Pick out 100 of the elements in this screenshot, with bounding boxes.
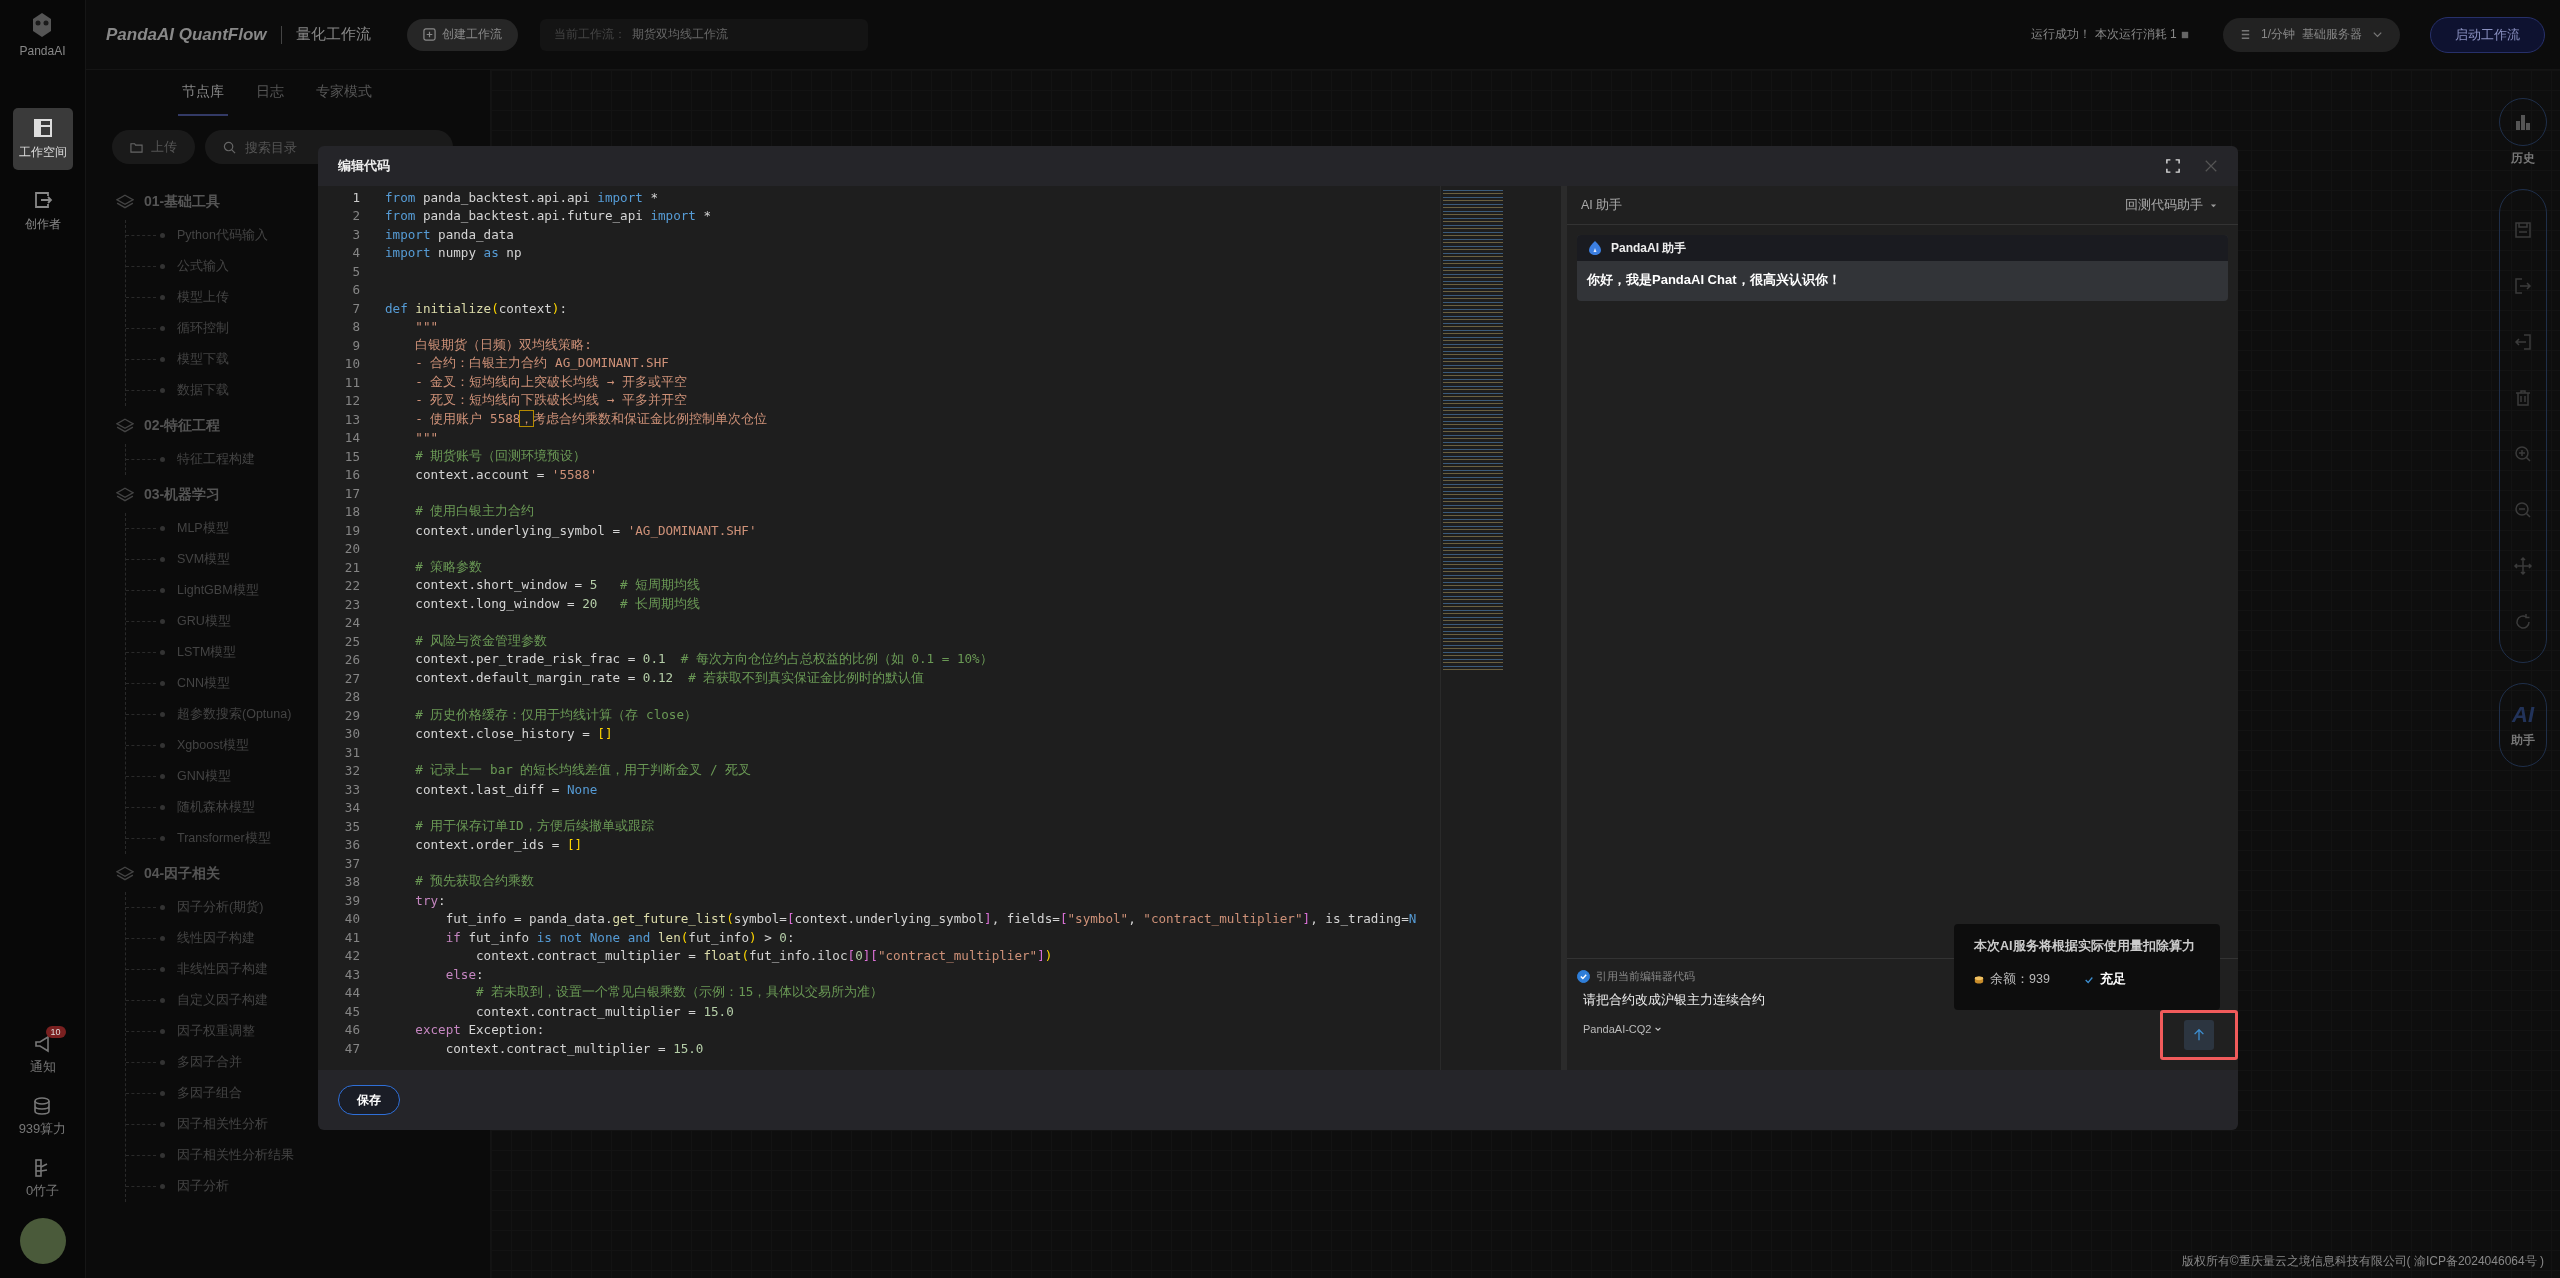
code-line: context.contract_multiplier = float(fut_info.iloc[0]["contract_multiplier"]) <box>475 948 1053 964</box>
notifications-button[interactable]: 10 通知 <box>11 1024 74 1078</box>
code-line: fut_info = panda_data.get_future_list(symbol=[context.underlying_symbol], fields=["symbol", "contract_multiplier"], is_trading=N <box>444 911 1417 927</box>
line-number: 18 <box>343 504 360 520</box>
assistant-mode-dropdown[interactable]: 回测代码助手 <box>2119 195 2224 215</box>
compute-button[interactable]: 939算力 <box>0 1086 85 1140</box>
line-number: 12 <box>343 393 360 409</box>
layout-icon <box>32 117 53 138</box>
code-line: # 预先获取合约乘数 <box>414 873 535 891</box>
line-number: 27 <box>343 670 360 686</box>
line-number: 34 <box>343 800 360 816</box>
line-number: 7 <box>351 300 360 316</box>
bamboo-button[interactable]: 0竹子 <box>7 1148 78 1202</box>
code-line: """ <box>414 319 439 335</box>
line-number: 4 <box>351 245 360 261</box>
group-label[interactable]: 04-因子相关 <box>144 865 221 883</box>
code-line: def initialize(context): <box>385 300 568 316</box>
server-dropdown[interactable]: 1/分钟 基础服务器 <box>2222 17 2400 52</box>
line-number: 28 <box>343 689 360 705</box>
check-icon <box>1579 972 1588 981</box>
reference-code-checkbox[interactable]: 引用当前编辑器代码 <box>1577 969 1695 984</box>
line-number: 8 <box>351 319 360 335</box>
line-number: 43 <box>343 966 360 982</box>
code-line: # 历史价格缓存：仅用于均线计算（存 close） <box>414 706 697 724</box>
create-workflow-button[interactable]: 创建工作流 <box>406 18 518 51</box>
refresh-icon[interactable] <box>2513 612 2533 632</box>
logo-text: PandaAI <box>19 44 66 58</box>
message-text: 你好，我是PandaAI Chat，很高兴认识你！ <box>1585 271 1842 289</box>
fullscreen-icon[interactable] <box>2166 159 2180 173</box>
code-line: context.long_window = 20 # 长周期均线 <box>414 595 701 613</box>
app-title: PandaAI QuantFlow <box>106 24 267 45</box>
line-number: 33 <box>343 781 360 797</box>
import-icon[interactable] <box>2513 332 2533 352</box>
line-number: 3 <box>351 226 360 242</box>
group-label[interactable]: 01-基础工具 <box>144 193 221 211</box>
close-icon[interactable] <box>2204 159 2218 173</box>
nav-item[interactable]: 创作者 <box>12 180 73 242</box>
coin-icon <box>2180 30 2189 39</box>
chevron-down-icon <box>1654 1025 1663 1033</box>
code-line: # 策略参数 <box>414 558 483 576</box>
panel-tab[interactable]: 日志 <box>252 70 288 116</box>
line-number: 23 <box>343 596 360 612</box>
history-label: 历史 <box>2511 150 2535 167</box>
code-line: else: <box>444 966 484 982</box>
send-button[interactable] <box>2184 1020 2214 1050</box>
code-line: # 用于保存订单ID，方便后续撤单或跟踪 <box>414 817 654 835</box>
code-line: context.per_trade_risk_frac = 0.1 # 每次方向仓位约占总权益的比例（如 0.1 = 10%） <box>414 651 993 669</box>
line-number: 30 <box>343 726 360 742</box>
trash-icon[interactable] <box>2513 388 2533 408</box>
group-label[interactable]: 03-机器学习 <box>144 486 221 504</box>
code-line: context.underlying_symbol = 'AG_DOMINANT.SHF' <box>414 522 757 538</box>
line-number: 10 <box>343 356 360 372</box>
code-line: from panda_backtest.api.future_api import * <box>385 208 712 224</box>
save-button[interactable]: 保存 <box>338 1085 400 1115</box>
code-line: context.close_history = [] <box>414 726 613 742</box>
layers-icon <box>116 193 134 211</box>
code-line: if fut_info is not None and len(fut_info) > 0: <box>444 929 795 945</box>
line-number: 46 <box>343 1022 360 1038</box>
checkbox[interactable] <box>1577 970 1590 983</box>
upload-button[interactable]: 上传 <box>112 130 195 164</box>
arrow-up-icon <box>2192 1028 2206 1042</box>
group-label[interactable]: 02-特征工程 <box>144 417 221 435</box>
move-icon[interactable] <box>2513 556 2533 576</box>
save-icon[interactable] <box>2513 220 2533 240</box>
code-line: # 使用白银主力合约 <box>414 503 535 521</box>
line-number: 22 <box>343 578 360 594</box>
layers-icon <box>116 865 134 883</box>
line-number: 35 <box>343 818 360 834</box>
line-number: 42 <box>343 948 360 964</box>
line-number: 24 <box>343 615 360 631</box>
folder-icon <box>130 140 143 154</box>
line-number: 32 <box>343 763 360 779</box>
notification-count: 10 <box>45 1026 66 1038</box>
avatar[interactable] <box>19 1218 66 1264</box>
code-line: context.contract_multiplier = 15.0 <box>444 1040 704 1056</box>
line-number: 15 <box>343 448 360 464</box>
code-line: # 若未取到，设置一个常见白银乘数（示例：15，具体以交易所为准） <box>475 984 884 1002</box>
nav-item[interactable]: 工作空间 <box>12 108 73 170</box>
start-workflow-button[interactable]: 启动工作流 <box>2430 16 2545 53</box>
line-number: 37 <box>343 855 360 871</box>
code-line: from panda_backtest.api.api import * <box>385 189 658 205</box>
code-line: context.contract_multiplier = 15.0 <box>475 1003 734 1019</box>
export-icon[interactable] <box>2513 276 2533 296</box>
code-line: - 合约：白银主力合约 AG_DOMINANT.SHF <box>414 355 669 373</box>
line-number: 16 <box>343 467 360 483</box>
code-line: """ <box>414 430 439 446</box>
minimap-drawing[interactable] <box>1440 186 1567 1070</box>
line-number: 14 <box>343 430 360 446</box>
zoom-out-icon[interactable] <box>2513 500 2533 520</box>
code-line: context.default_margin_rate = 0.12 # 若获取不到真实保证金比例时的默认值 <box>414 669 925 687</box>
line-number: 36 <box>343 837 360 853</box>
code-line: try: <box>414 892 446 908</box>
line-number: 26 <box>343 652 360 668</box>
panel-tab[interactable]: 节点库 <box>178 70 228 116</box>
model-dropdown[interactable]: PandaAI-CQ2 <box>1577 1023 1669 1035</box>
zoom-in-icon[interactable] <box>2513 444 2533 464</box>
code-line: context.last_diff = None <box>414 781 598 797</box>
plus-icon <box>422 28 436 41</box>
run-status: 运行成功！ 本次运行消耗 1 <box>2031 26 2177 43</box>
panel-tab[interactable]: 专家模式 <box>312 70 376 116</box>
